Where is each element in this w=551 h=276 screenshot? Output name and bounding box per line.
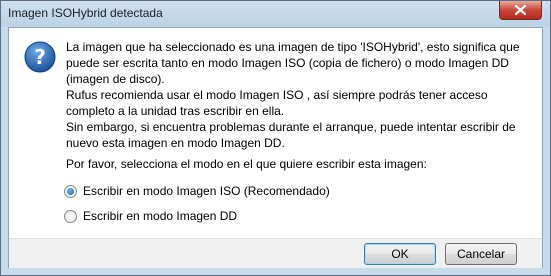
- dialog-window: Imagen ISOHybrid detectada ? La imagen q…: [0, 0, 551, 276]
- radio-button[interactable]: [64, 210, 77, 223]
- ok-button[interactable]: OK: [364, 243, 436, 265]
- window-title: Imagen ISOHybrid detectada: [8, 6, 163, 20]
- radio-label[interactable]: Escribir en modo Imagen ISO (Recomendado…: [83, 184, 330, 198]
- button-bar: OK Cancelar: [9, 238, 542, 268]
- radio-label[interactable]: Escribir en modo Imagen DD: [83, 209, 237, 223]
- title-bar[interactable]: Imagen ISOHybrid detectada: [1, 1, 550, 27]
- message-paragraph: Sin embargo, si encuentra problemas dura…: [66, 120, 516, 150]
- message-paragraph: Rufus recomienda usar el modo Imagen ISO…: [66, 88, 488, 118]
- message-paragraph: La imagen que ha seleccionado es una ima…: [66, 40, 520, 86]
- close-button[interactable]: [499, 1, 542, 20]
- cancel-button[interactable]: Cancelar: [445, 243, 517, 265]
- svg-text:?: ?: [34, 45, 46, 69]
- close-icon: [515, 5, 526, 15]
- dialog-content: ? La imagen que ha seleccionado es una i…: [8, 27, 543, 268]
- question-icon: ?: [24, 41, 56, 73]
- radio-button-checked[interactable]: [64, 185, 77, 198]
- message-text: La imagen que ha seleccionado es una ima…: [66, 39, 536, 151]
- mode-prompt: Por favor, selecciona el modo en el que …: [66, 157, 427, 171]
